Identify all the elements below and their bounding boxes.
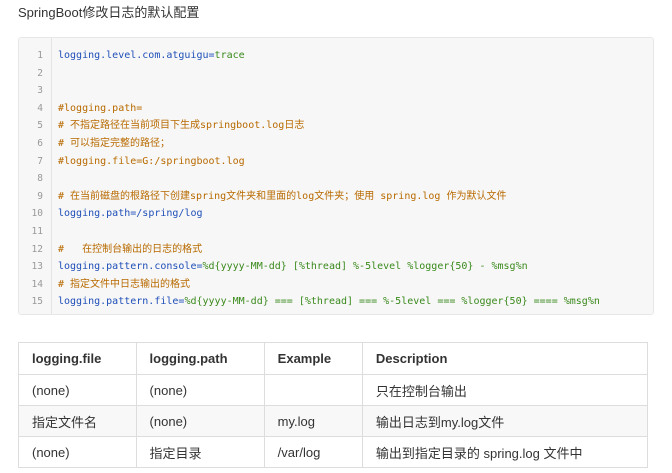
code-token: # 在当前磁盘的根路径下创建spring文件夹和里面的log文件夹；使用 spr… <box>58 190 507 202</box>
table-cell <box>263 374 363 406</box>
logging-config-table: logging.file logging.path Example Descri… <box>18 342 649 468</box>
code-line: 5 # 不指定路径在当前项目下生成springboot.log日志 <box>19 117 653 135</box>
table-cell: 输出日志到my.log文件 <box>361 405 649 437</box>
code-text: #logging.file=G:/springboot.log <box>58 153 245 171</box>
line-number: 2 <box>37 67 43 79</box>
code-token: logging.level.com.atguigu <box>58 50 209 61</box>
code-text: #logging.path= <box>58 100 142 118</box>
code-line: 12 # 在控制台输出的日志的格式 <box>19 241 653 259</box>
line-number: 12 <box>31 243 43 255</box>
table-cell: (none) <box>18 374 137 406</box>
code-text: # 指定文件中日志输出的格式 <box>58 276 190 294</box>
table-header-row: logging.file logging.path Example Descri… <box>18 342 649 375</box>
code-token: # 在控制台输出的日志的格式 <box>58 243 203 255</box>
line-number: 9 <box>37 190 43 202</box>
line-number: 1 <box>37 50 43 61</box>
code-token: %d{yyyy-MM-dd} [%thread] %-5level %logge… <box>202 261 528 273</box>
code-line: 7 #logging.file=G:/springboot.log <box>19 153 653 171</box>
table-row: 指定文件名 (none) my.log 输出日志到my.log文件 <box>18 405 649 437</box>
code-line: 15 logging.pattern.file=%d{yyyy-MM-dd} ==… <box>19 293 653 311</box>
line-number: 11 <box>31 225 43 237</box>
line-number: 6 <box>37 137 43 149</box>
code-lines: 1 logging.level.com.atguigu=trace 2 3 4 #logg… <box>19 47 653 311</box>
col-header-example: Example <box>263 342 363 375</box>
line-number: 13 <box>31 261 43 273</box>
col-header-description: Description <box>361 342 649 375</box>
code-line: 13 logging.pattern.console=%d{yyyy-MM-dd}… <box>19 258 653 276</box>
code-token: # 指定文件中日志输出的格式 <box>58 278 191 290</box>
line-number: 10 <box>31 208 43 220</box>
line-number: 7 <box>37 155 43 167</box>
code-token: logging.pattern.console <box>58 261 197 273</box>
code-line: 9 # 在当前磁盘的根路径下创建spring文件夹和里面的log文件夹；使用 sp… <box>19 188 653 206</box>
line-number: 8 <box>37 173 43 185</box>
code-token: #logging.path= <box>58 102 143 114</box>
table-cell: 指定目录 <box>135 436 265 468</box>
table-cell: 输出到指定目录的 spring.log 文件中 <box>361 436 649 468</box>
table-cell: (none) <box>135 374 265 406</box>
code-text: # 不指定路径在当前项目下生成springboot.log日志 <box>58 117 304 135</box>
table-cell: /var/log <box>263 436 363 468</box>
article-heading: SpringBoot修改日志的默认配置 <box>18 5 200 20</box>
table-cell: (none) <box>18 436 137 468</box>
code-text: logging.path=/spring/log <box>58 205 203 223</box>
code-token: %d{yyyy-MM-dd} === [%thread] === %-5leve… <box>184 296 600 308</box>
table-cell: (none) <box>135 405 265 437</box>
line-number: 5 <box>37 120 43 132</box>
code-text: logging.level.com.atguigu=trace <box>58 47 245 65</box>
code-text: # 在当前磁盘的根路径下创建spring文件夹和里面的log文件夹；使用 spr… <box>58 188 506 206</box>
line-number: 3 <box>37 85 43 97</box>
code-block: 1 logging.level.com.atguigu=trace 2 3 4 #logg… <box>18 37 654 315</box>
code-line: 2 <box>19 65 653 83</box>
col-header-logging-path: logging.path <box>135 342 265 375</box>
code-token: #logging.file=G:/springboot.log <box>58 155 245 167</box>
table-row: (none) (none) 只在控制台输出 <box>18 374 649 406</box>
code-token: # 可以指定完整的路径； <box>58 137 171 149</box>
col-header-logging-file: logging.file <box>18 342 137 375</box>
code-token: logging.pattern.file <box>58 296 179 308</box>
code-line: 1 logging.level.com.atguigu=trace <box>19 47 653 65</box>
code-text: # 可以指定完整的路径； <box>58 135 170 153</box>
line-number: 4 <box>37 102 43 114</box>
code-line: 8 <box>19 170 653 188</box>
code-line: 11 <box>19 223 653 241</box>
code-token: # 不指定路径在当前项目下生成springboot.log日志 <box>58 120 305 132</box>
code-token: trace <box>214 50 245 61</box>
code-line: 14 # 指定文件中日志输出的格式 <box>19 276 653 294</box>
code-line: 6 # 可以指定完整的路径； <box>19 135 653 153</box>
code-token: /spring/log <box>136 208 203 220</box>
code-line: 3 <box>19 82 653 100</box>
code-text: # 在控制台输出的日志的格式 <box>58 241 202 259</box>
line-number: 14 <box>31 278 43 290</box>
table-cell: my.log <box>263 405 363 437</box>
table-row: (none) 指定目录 /var/log 输出到指定目录的 spring.log… <box>18 436 649 468</box>
code-text: logging.pattern.console=%d{yyyy-MM-dd} [… <box>58 258 528 276</box>
table-cell: 只在控制台输出 <box>361 374 649 406</box>
code-line: 10 logging.path=/spring/log <box>19 205 653 223</box>
table-cell: 指定文件名 <box>18 405 137 437</box>
code-text: logging.pattern.file=%d{yyyy-MM-dd} === … <box>58 293 600 311</box>
line-number: 15 <box>31 296 43 308</box>
code-token: logging.path <box>58 208 131 220</box>
code-line: 4 #logging.path= <box>19 100 653 118</box>
